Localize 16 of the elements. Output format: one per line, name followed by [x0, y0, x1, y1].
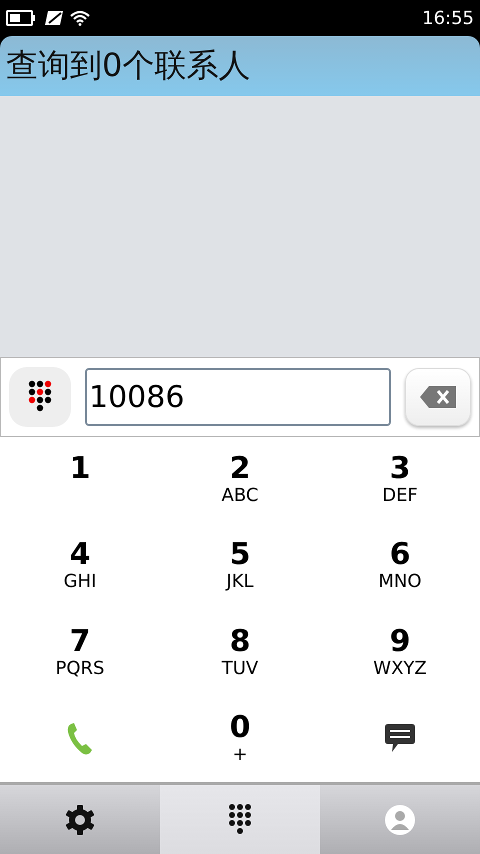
dialpad-button[interactable] [9, 367, 71, 427]
no-sim-icon [42, 10, 64, 26]
wifi-icon [70, 10, 90, 26]
clock-time: 16:55 [422, 8, 474, 28]
phone-icon [66, 722, 94, 756]
tab[interactable] [160, 785, 320, 854]
dialpad-icon [229, 804, 251, 836]
backspace-button[interactable] [405, 368, 471, 426]
backspace-icon [419, 385, 457, 409]
number-input-field[interactable]: 10086 [85, 368, 391, 426]
result-count-title: 查询到0个联系人 [6, 45, 250, 86]
settings-icon [64, 804, 96, 836]
battery-icon [6, 10, 36, 26]
person-icon [384, 804, 416, 836]
dialpad-icon [28, 380, 52, 414]
tab[interactable] [0, 785, 160, 854]
